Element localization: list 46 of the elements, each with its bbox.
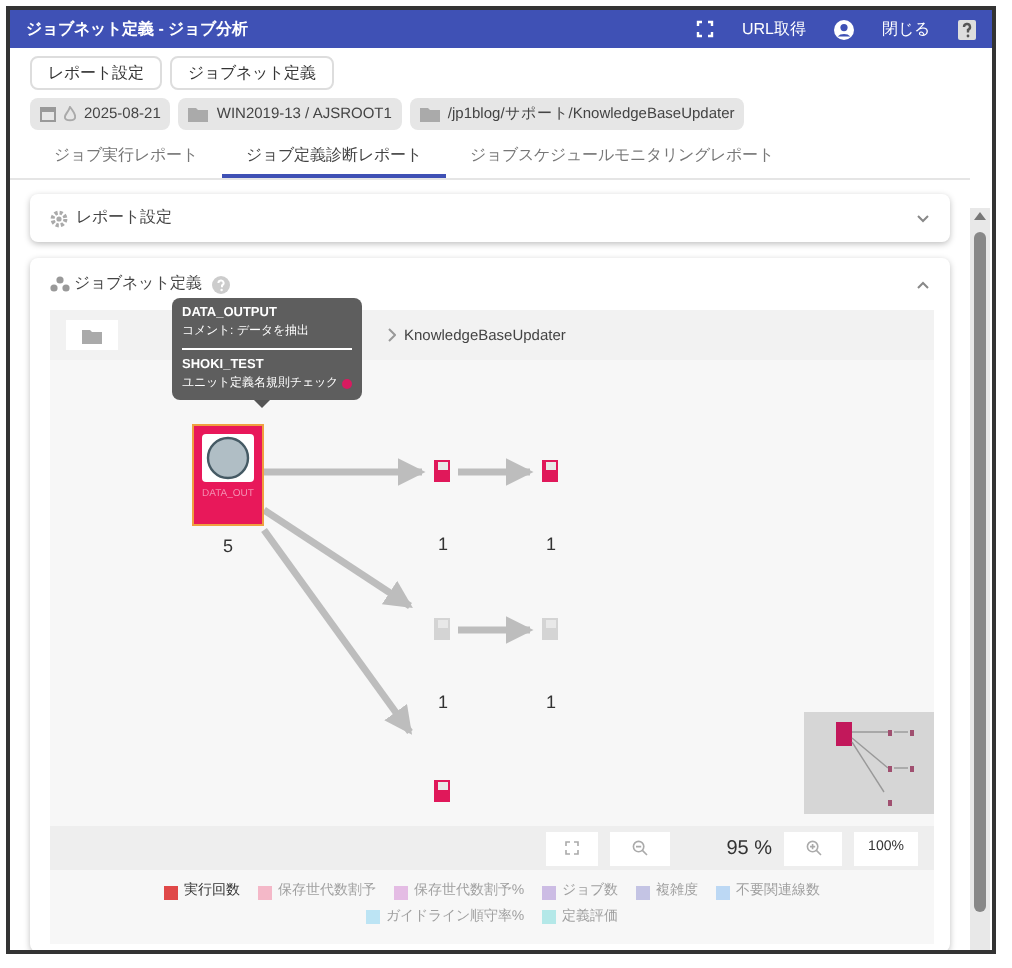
zoom-out-icon: [632, 840, 649, 856]
section-title: ジョブネット定義: [74, 272, 202, 296]
folder-icon: [82, 327, 102, 343]
window-title: ジョブネット定義 - ジョブ分析: [26, 17, 249, 41]
folder-button[interactable]: [66, 320, 118, 350]
folder-icon: [188, 106, 209, 122]
toolbar-button[interactable]: レポート設定: [30, 56, 162, 90]
tab[interactable]: ジョブスケジュールモニタリングレポート: [446, 138, 798, 178]
tab[interactable]: ジョブ実行レポート: [30, 138, 222, 178]
toolbar-button[interactable]: ジョブネット定義: [170, 56, 334, 90]
node-count: 5: [220, 534, 235, 560]
job-node[interactable]: [542, 460, 558, 482]
zoom-out-button[interactable]: [610, 831, 671, 865]
node-count: 1: [438, 690, 449, 716]
node-count: 1: [546, 532, 557, 558]
nodes-icon: [50, 276, 70, 292]
gear-icon: [50, 209, 68, 227]
node-count: 1: [438, 532, 449, 558]
job-node[interactable]: [542, 618, 558, 640]
calendar-icon: [40, 106, 56, 122]
scrollbar[interactable]: [970, 208, 990, 950]
job-node[interactable]: [434, 618, 450, 640]
job-node[interactable]: [434, 460, 450, 482]
chevron-right-icon: [388, 328, 396, 342]
zoom-in-icon: [805, 840, 821, 856]
zoom-level: 95 %: [726, 835, 772, 863]
header-link[interactable]: 閉じる: [882, 17, 930, 41]
zoom-in-button[interactable]: [784, 831, 842, 865]
connector-arrow: [458, 616, 534, 644]
circle-icon: [202, 434, 254, 482]
minimap[interactable]: [804, 712, 934, 814]
header-link[interactable]: URL取得: [741, 17, 806, 41]
connector-arrow: [458, 458, 534, 486]
folder-icon: [419, 106, 440, 122]
node-count: 1: [546, 690, 557, 716]
dot-icon: [342, 376, 352, 392]
help-icon[interactable]: [958, 19, 976, 39]
job-node[interactable]: [434, 780, 450, 802]
fit-icon: [564, 840, 581, 856]
section-title: レポート設定: [76, 206, 172, 230]
tab[interactable]: ジョブ定義診断レポート: [222, 138, 446, 178]
chevron-up-icon[interactable]: [916, 279, 930, 289]
fullscreen-icon[interactable]: [695, 20, 714, 38]
account-icon[interactable]: [834, 19, 854, 39]
chevron-down-icon[interactable]: [916, 213, 930, 223]
fit-button[interactable]: [546, 831, 599, 865]
